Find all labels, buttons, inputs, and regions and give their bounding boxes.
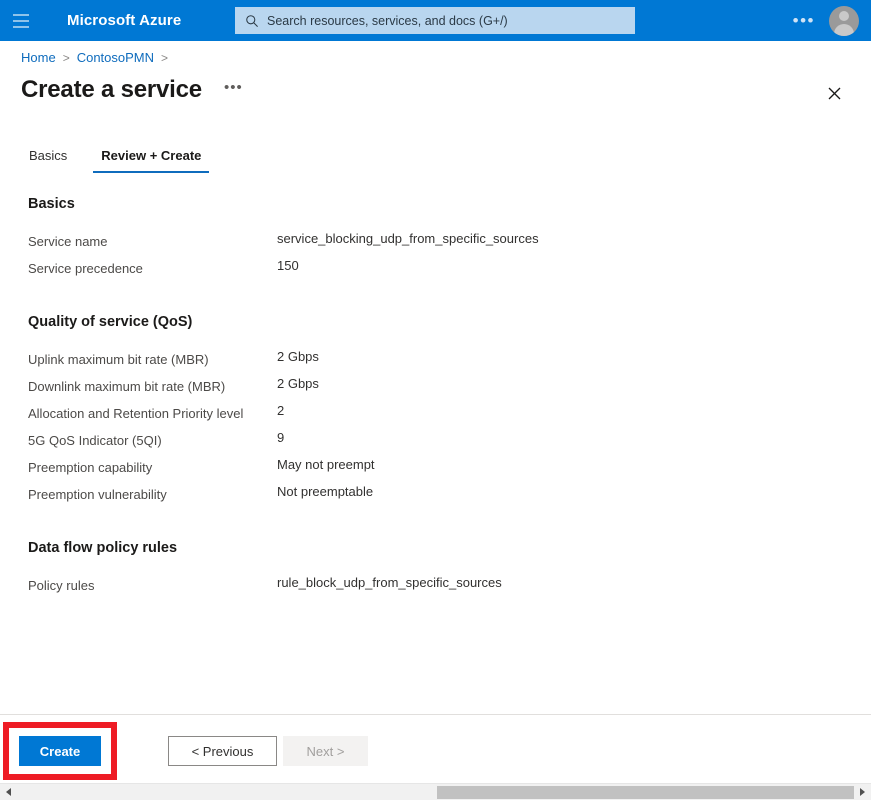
- section-rows-policy: Policy rules rule_block_udp_from_specifi…: [0, 575, 871, 602]
- row-label: Preemption vulnerability: [28, 487, 167, 502]
- tab-review-create[interactable]: Review + Create: [93, 148, 210, 173]
- hamburger-menu-icon[interactable]: [0, 0, 42, 41]
- section-quality-of-service: Quality of service (QoS) Uplink maximum …: [0, 314, 871, 511]
- hamburger-bar: [13, 25, 29, 28]
- scrollbar-thumb[interactable]: [437, 785, 854, 799]
- create-button[interactable]: Create: [19, 736, 101, 766]
- close-icon: [828, 87, 840, 99]
- row-label: Service precedence: [28, 261, 143, 276]
- table-row: Policy rules rule_block_udp_from_specifi…: [28, 575, 871, 602]
- section-title-policy: Data flow policy rules: [28, 540, 178, 556]
- row-value: 2 Gbps: [277, 349, 319, 364]
- breadcrumb: Home > ContosoPMN >: [21, 50, 175, 65]
- table-row: Downlink maximum bit rate (MBR) 2 Gbps: [28, 376, 871, 403]
- section-title-qos: Quality of service (QoS): [28, 314, 193, 330]
- avatar-head: [839, 10, 849, 21]
- azure-top-header: Microsoft Azure Search resources, servic…: [0, 0, 871, 41]
- review-content: Basics Service name service_blocking_udp…: [0, 196, 871, 714]
- azure-brand-label[interactable]: Microsoft Azure: [67, 12, 181, 29]
- row-label: Uplink maximum bit rate (MBR): [28, 352, 209, 367]
- table-row: Uplink maximum bit rate (MBR) 2 Gbps: [28, 349, 871, 376]
- close-blade-button[interactable]: [821, 80, 847, 106]
- row-label: Downlink maximum bit rate (MBR): [28, 379, 226, 394]
- scroll-right-arrow-icon[interactable]: [854, 784, 871, 801]
- row-value: Not preemptable: [277, 484, 374, 499]
- scrollbar-track[interactable]: [17, 784, 854, 801]
- breadcrumb-separator-icon: >: [161, 50, 169, 65]
- search-icon: [246, 14, 258, 27]
- hamburger-bar: [13, 13, 29, 16]
- tab-basics[interactable]: Basics: [21, 148, 75, 173]
- row-value: 2: [277, 403, 285, 418]
- wizard-footer: Create < Previous Next >: [0, 715, 871, 778]
- table-row: Service precedence 150: [28, 258, 871, 285]
- global-search-placeholder: Search resources, services, and docs (G+…: [267, 13, 508, 28]
- breadcrumb-item-home[interactable]: Home: [21, 50, 56, 65]
- row-value: rule_block_udp_from_specific_sources: [277, 575, 502, 590]
- row-value: 2 Gbps: [277, 376, 319, 391]
- row-label: Policy rules: [28, 578, 95, 593]
- scroll-left-arrow-icon[interactable]: [0, 784, 17, 801]
- row-value: 9: [277, 430, 285, 445]
- hamburger-bar: [13, 19, 29, 22]
- row-value: May not preempt: [277, 457, 375, 472]
- row-label: Preemption capability: [28, 460, 153, 475]
- section-basics: Basics Service name service_blocking_udp…: [0, 196, 871, 285]
- header-more-menu-icon[interactable]: •••: [779, 12, 829, 29]
- section-rows-basics: Service name service_blocking_udp_from_s…: [0, 231, 871, 285]
- table-row: Preemption capability May not preempt: [28, 457, 871, 484]
- row-value: 150: [277, 258, 299, 273]
- global-search-box[interactable]: Search resources, services, and docs (G+…: [235, 7, 635, 34]
- row-label: Service name: [28, 234, 108, 249]
- section-data-flow-policy-rules: Data flow policy rules Policy rules rule…: [0, 540, 871, 602]
- row-label: 5G QoS Indicator (5QI): [28, 433, 162, 448]
- avatar-body: [834, 23, 854, 36]
- previous-button[interactable]: < Previous: [168, 736, 277, 766]
- row-value: service_blocking_udp_from_specific_sourc…: [277, 231, 539, 246]
- section-title-basics: Basics: [28, 196, 75, 212]
- table-row: Service name service_blocking_udp_from_s…: [28, 231, 871, 258]
- table-row: Preemption vulnerability Not preemptable: [28, 484, 871, 511]
- page-title: Create a service: [21, 76, 202, 103]
- wizard-tabs: Basics Review + Create: [21, 148, 227, 173]
- table-row: 5G QoS Indicator (5QI) 9: [28, 430, 871, 457]
- header-right-group: •••: [779, 0, 865, 41]
- page-more-menu-icon[interactable]: •••: [220, 79, 247, 101]
- horizontal-scrollbar[interactable]: [0, 783, 871, 800]
- next-button: Next >: [283, 736, 368, 766]
- user-avatar-icon[interactable]: [829, 5, 859, 36]
- breadcrumb-item-contosopmn[interactable]: ContosoPMN: [77, 50, 154, 65]
- breadcrumb-separator-icon: >: [62, 50, 70, 65]
- row-label: Allocation and Retention Priority level: [28, 406, 244, 421]
- table-row: Allocation and Retention Priority level …: [28, 403, 871, 430]
- section-rows-qos: Uplink maximum bit rate (MBR) 2 Gbps Dow…: [0, 349, 871, 511]
- page-title-row: Create a service •••: [21, 76, 247, 104]
